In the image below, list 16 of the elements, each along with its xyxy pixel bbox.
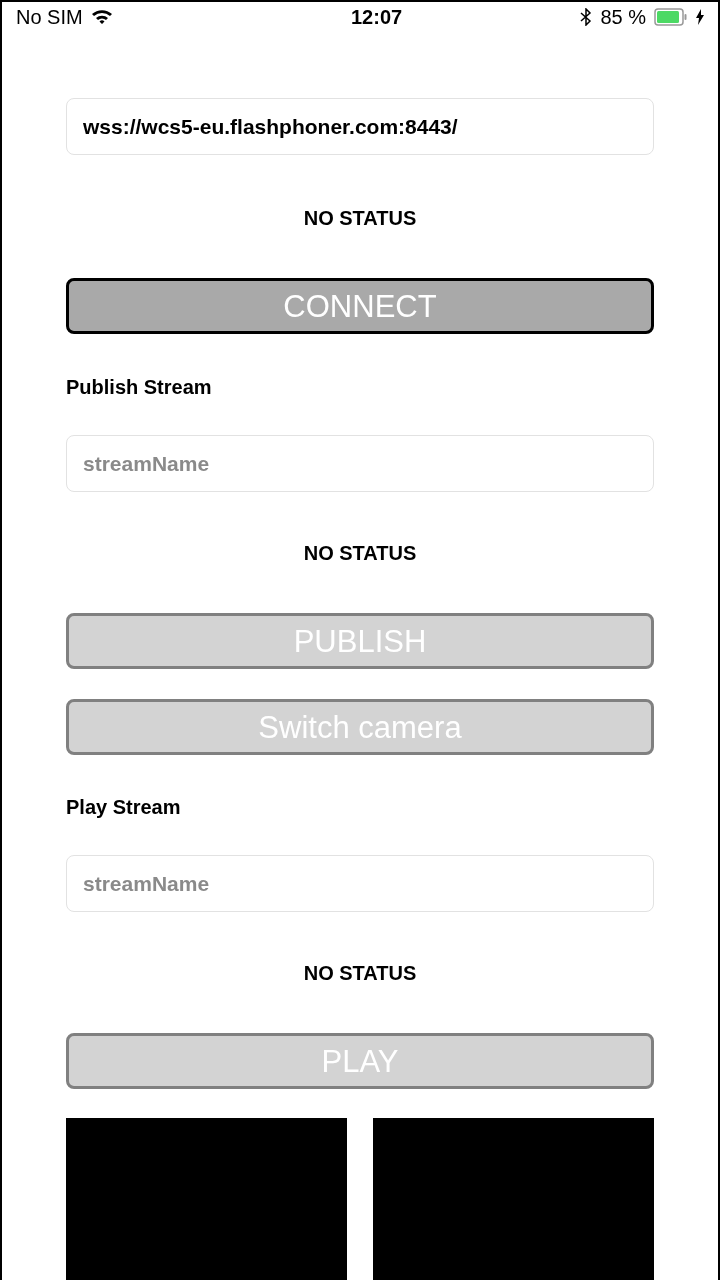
text-field[interactable]: wss://wcs5-eu.flashphoner.com:8443/ [66,98,654,155]
text-field[interactable]: streamName [66,435,654,492]
section-title: Play Stream [66,795,182,820]
wifi-icon [90,9,113,25]
status-text: NO STATUS [302,541,418,566]
action-button[interactable]: CONNECT [66,278,654,334]
text-field[interactable]: streamName [66,855,654,912]
clock-text: 12:07 [350,5,403,30]
carrier-text: No SIM [16,5,83,30]
section-title: Publish Stream [66,375,213,400]
battery-text: 85 % [600,5,646,30]
status-text: NO STATUS [302,961,418,986]
charging-icon [696,9,704,25]
status-text: NO STATUS [302,206,418,231]
bluetooth-icon [580,8,593,26]
battery-icon [654,8,688,26]
